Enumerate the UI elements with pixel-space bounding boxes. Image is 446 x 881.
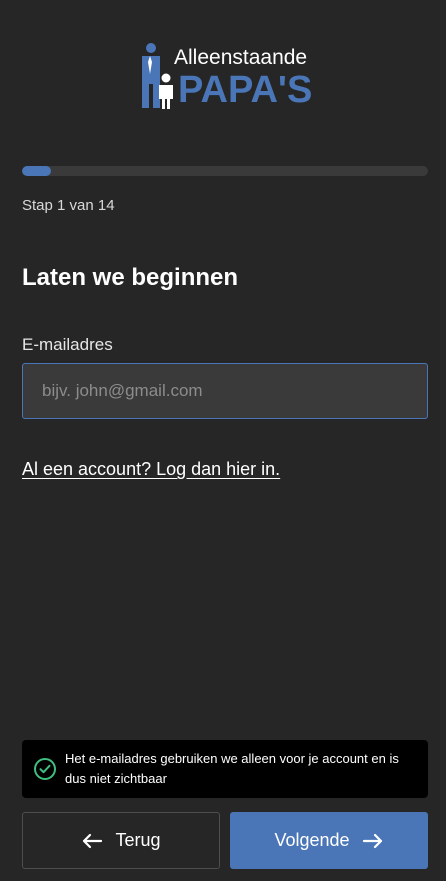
next-button-label: Volgende [274, 830, 350, 850]
notice-text: Het e-mailadres gebruiken we alleen voor… [65, 751, 399, 786]
check-circle-icon [34, 758, 56, 780]
login-link[interactable]: Al een account? Log dan hier in. [22, 459, 280, 480]
logo-graphic: Alleenstaande PAPA'S [142, 43, 312, 111]
back-button-label: Terug [115, 830, 161, 850]
arrow-right-icon [362, 833, 382, 848]
email-input[interactable] [22, 363, 428, 419]
step-counter: Stap 1 van 14 [22, 197, 115, 214]
progress-bar [22, 166, 428, 176]
email-privacy-notice: Het e-mailadres gebruiken we alleen voor… [22, 740, 428, 798]
logo-text-line2: PAPA'S [178, 69, 312, 111]
page-title: Laten we beginnen [22, 264, 239, 291]
arrow-left-icon [83, 833, 103, 848]
brand-logo: Alleenstaande PAPA'S [140, 40, 312, 112]
email-label: E-mailadres [22, 335, 113, 354]
logo-text-line1: Alleenstaande [174, 46, 307, 69]
back-button[interactable]: Terug [22, 812, 220, 869]
next-button[interactable]: Volgende [230, 812, 428, 869]
progress-fill [22, 166, 51, 176]
